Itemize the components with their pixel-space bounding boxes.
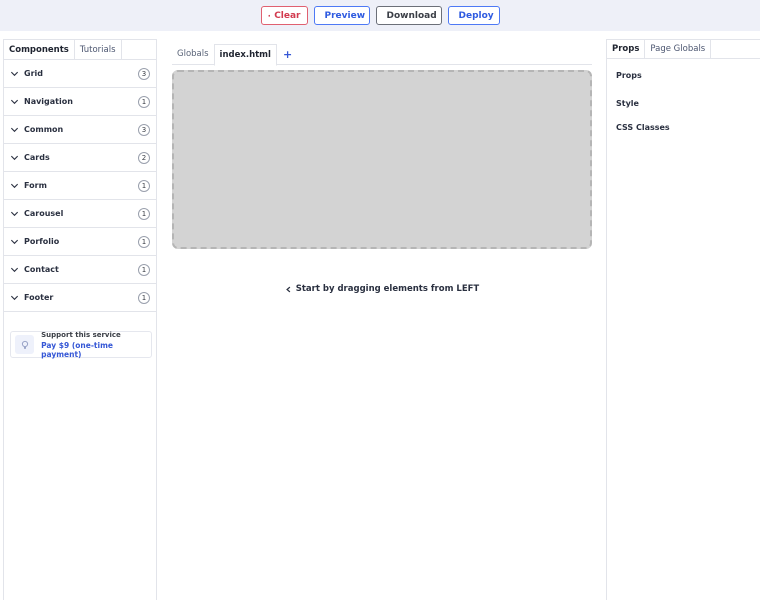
category-grid[interactable]: Grid 3 bbox=[4, 60, 156, 88]
category-form[interactable]: Form 1 bbox=[4, 172, 156, 200]
category-count-badge: 3 bbox=[138, 67, 150, 80]
tab-components[interactable]: Components bbox=[4, 40, 75, 59]
eraser-icon bbox=[267, 14, 270, 17]
category-label: Carousel bbox=[24, 209, 64, 218]
add-page-button[interactable]: + bbox=[277, 44, 298, 64]
chevron-down-icon bbox=[10, 295, 19, 301]
category-count-badge: 3 bbox=[138, 123, 150, 136]
chevron-down-icon bbox=[10, 183, 19, 189]
tab-page-globals[interactable]: Page Globals bbox=[645, 40, 712, 58]
chevron-down-icon bbox=[10, 211, 19, 217]
category-label: Grid bbox=[24, 69, 43, 78]
chevron-down-icon bbox=[10, 71, 19, 77]
clear-button[interactable]: Clear bbox=[260, 6, 308, 25]
category-count-badge: 1 bbox=[138, 179, 150, 192]
download-button[interactable]: Download bbox=[375, 6, 442, 25]
page-tabs: Globals index.html + bbox=[172, 44, 592, 66]
category-label: Porfolio bbox=[24, 237, 60, 246]
properties-panel: Props Page Globals Props Style CSS Class… bbox=[606, 39, 760, 600]
category-label: Contact bbox=[24, 265, 59, 274]
empty-canvas-hint: Start by dragging elements from LEFT bbox=[172, 284, 592, 294]
category-carousel[interactable]: Carousel 1 bbox=[4, 200, 156, 228]
style-section-heading: Style bbox=[616, 99, 639, 108]
pay-link[interactable]: Pay $9 (one-time payment) bbox=[41, 341, 151, 359]
chevron-down-icon bbox=[10, 267, 19, 273]
category-label: Form bbox=[24, 181, 47, 190]
top-toolbar: Clear Preview Download Deploy bbox=[0, 0, 760, 31]
chevron-down-icon bbox=[10, 155, 19, 161]
category-count-badge: 2 bbox=[138, 151, 150, 164]
category-contact[interactable]: Contact 1 bbox=[4, 256, 156, 284]
download-label: Download bbox=[386, 10, 437, 21]
category-label: Common bbox=[24, 125, 64, 134]
tab-tutorials[interactable]: Tutorials bbox=[75, 40, 122, 59]
chevron-left-icon bbox=[285, 286, 291, 292]
tab-props[interactable]: Props bbox=[607, 40, 646, 58]
category-count-badge: 1 bbox=[138, 235, 150, 248]
category-cards[interactable]: Cards 2 bbox=[4, 144, 156, 172]
deploy-button[interactable]: Deploy bbox=[447, 6, 500, 25]
tab-index-html[interactable]: index.html bbox=[213, 44, 277, 66]
category-footer[interactable]: Footer 1 bbox=[4, 284, 156, 312]
chevron-down-icon bbox=[10, 239, 19, 245]
css-classes-section-heading: CSS Classes bbox=[616, 123, 670, 132]
category-count-badge: 1 bbox=[138, 207, 150, 220]
category-common[interactable]: Common 3 bbox=[4, 116, 156, 144]
hint-text: Start by dragging elements from LEFT bbox=[295, 284, 480, 294]
category-portfolio[interactable]: Porfolio 1 bbox=[4, 228, 156, 256]
sidebar-tabs: Components Tutorials bbox=[4, 40, 156, 60]
properties-tabs: Props Page Globals bbox=[607, 39, 760, 59]
preview-button[interactable]: Preview bbox=[313, 6, 370, 25]
deploy-label: Deploy bbox=[458, 10, 494, 21]
category-count-badge: 1 bbox=[138, 291, 150, 304]
clear-label: Clear bbox=[274, 10, 301, 21]
props-section-heading: Props bbox=[616, 71, 642, 80]
preview-label: Preview bbox=[324, 10, 366, 21]
lightbulb-icon bbox=[15, 335, 35, 354]
category-count-badge: 1 bbox=[138, 263, 150, 276]
components-sidebar: Components Tutorials Grid 3 Navigation 1… bbox=[3, 39, 157, 600]
support-title: Support this service bbox=[41, 330, 121, 339]
chevron-down-icon bbox=[10, 99, 19, 105]
category-label: Cards bbox=[24, 153, 50, 162]
category-label: Navigation bbox=[24, 97, 73, 106]
category-label: Footer bbox=[24, 293, 54, 302]
support-card[interactable]: Support this service Pay $9 (one-time pa… bbox=[10, 330, 152, 359]
category-count-badge: 1 bbox=[138, 95, 150, 108]
canvas-dropzone[interactable] bbox=[172, 70, 592, 249]
category-navigation[interactable]: Navigation 1 bbox=[4, 88, 156, 116]
tab-globals[interactable]: Globals bbox=[172, 44, 214, 64]
chevron-down-icon bbox=[10, 127, 19, 133]
